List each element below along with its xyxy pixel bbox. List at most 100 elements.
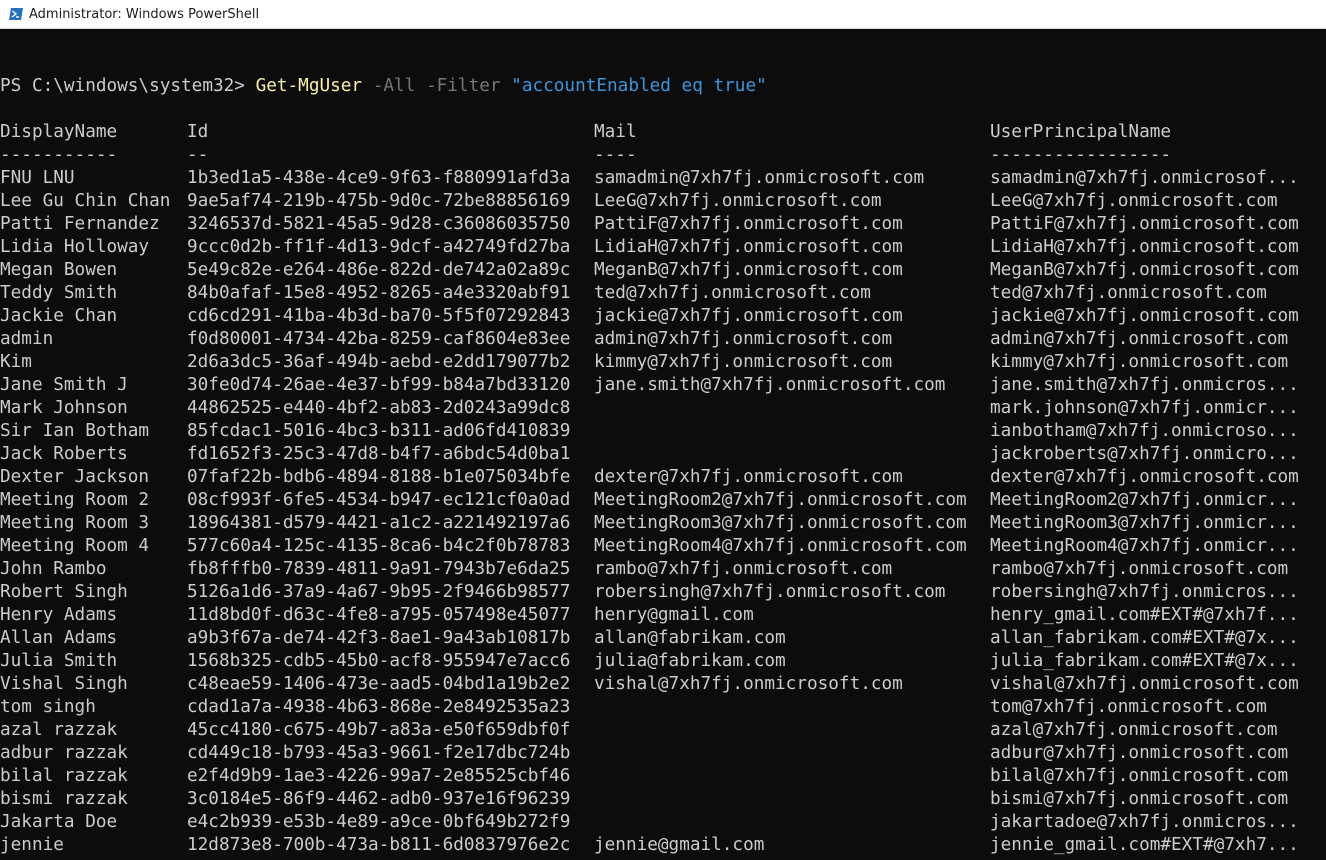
cell-userprincipalname: kimmy@7xh7fj.onmicrosoft.com (990, 352, 1289, 372)
cell-id: fd1652f3-25c3-47d8-b4f7-a6bdc54d0ba1 (187, 444, 571, 464)
cell-displayname: Mark Johnson (0, 398, 128, 418)
table-separator-row: ----------- -- ---- ----------------- (0, 144, 1326, 167)
cell-id: e2f4d9b9-1ae3-4226-99a7-2e85525cbf46 (187, 766, 571, 786)
cell-id: f0d80001-4734-42ba-8259-caf8604e83ee (187, 329, 571, 349)
cell-id: 08cf993f-6fe5-4534-b947-ec121cf0a0ad (187, 490, 571, 510)
cell-displayname: Meeting Room 3 (0, 513, 150, 533)
cell-mail: LidiaH@7xh7fj.onmicrosoft.com (594, 237, 903, 257)
cell-displayname: Henry Adams (0, 605, 118, 625)
cell-id: 1568b325-cdb5-45b0-acf8-955947e7acc6 (187, 651, 571, 671)
cell-displayname: Julia Smith (0, 651, 118, 671)
cell-userprincipalname: henry_gmail.com#EXT#@7xh7f... (990, 605, 1299, 625)
cell-mail: admin@7xh7fj.onmicrosoft.com (594, 329, 893, 349)
cell-userprincipalname: MeetingRoom2@7xh7fj.onmicr... (990, 490, 1299, 510)
cell-userprincipalname: bilal@7xh7fj.onmicrosoft.com (990, 766, 1289, 786)
cell-displayname: Allan Adams (0, 628, 118, 648)
separator-id: -- (187, 145, 209, 165)
cell-displayname: Jakarta Doe (0, 812, 118, 832)
cell-userprincipalname: bismi@7xh7fj.onmicrosoft.com (990, 789, 1289, 809)
cell-userprincipalname: adbur@7xh7fj.onmicrosoft.com (990, 743, 1289, 763)
cell-mail: jane.smith@7xh7fj.onmicrosoft.com (594, 375, 946, 395)
cell-mail: julia@fabrikam.com (594, 651, 786, 671)
cell-userprincipalname: azal@7xh7fj.onmicrosoft.com (990, 720, 1278, 740)
cell-id: 30fe0d74-26ae-4e37-bf99-b84a7bd33120 (187, 375, 571, 395)
cell-displayname: bismi razzak (0, 789, 128, 809)
cell-id: 07faf22b-bdb6-4894-8188-b1e075034bfe (187, 467, 571, 487)
table-row: Lidia Holloway 9ccc0d2b-ff1f-4d13-9dcf-a4… (0, 236, 1326, 259)
table-row: Henry Adams 11d8bd0f-d63c-4fe8-a795-05749… (0, 604, 1326, 627)
cell-userprincipalname: vishal@7xh7fj.onmicrosoft.com (990, 674, 1299, 694)
cell-displayname: Jack Roberts (0, 444, 128, 464)
param-all: -All (362, 76, 416, 96)
cell-id: 3c0184e5-86f9-4462-adb0-937e16f96239 (187, 789, 571, 809)
cell-displayname: Meeting Room 2 (0, 490, 150, 510)
table-row: Allan Adams a9b3f67a-de74-42f3-8ae1-9a43a… (0, 627, 1326, 650)
cell-userprincipalname: julia_fabrikam.com#EXT#@7x... (990, 651, 1299, 671)
cell-displayname: azal razzak (0, 720, 118, 740)
cell-userprincipalname: admin@7xh7fj.onmicrosoft.com (990, 329, 1289, 349)
cell-userprincipalname: jennie_gmail.com#EXT#@7xh7... (990, 835, 1299, 855)
cell-displayname: Meeting Room 4 (0, 536, 150, 556)
cell-userprincipalname: robersingh@7xh7fj.onmicros... (990, 582, 1299, 602)
cell-userprincipalname: mark.johnson@7xh7fj.onmicr... (990, 398, 1299, 418)
powershell-window: Administrator: Windows PowerShell PS C:\… (0, 0, 1326, 860)
cell-id: cdad1a7a-4938-4b63-868e-2e8492535a23 (187, 697, 571, 717)
cell-id: 9ae5af74-219b-475b-9d0c-72be88856169 (187, 191, 571, 211)
table-row: Jack Roberts fd1652f3-25c3-47d8-b4f7-a6bd… (0, 443, 1326, 466)
table-row: FNU LNU 1b3ed1a5-438e-4ce9-9f63-f880991af… (0, 167, 1326, 190)
table-row: Teddy Smith 84b0afaf-15e8-4952-8265-a4e33… (0, 282, 1326, 305)
cell-userprincipalname: samadmin@7xh7fj.onmicrosof... (990, 168, 1299, 188)
cell-id: 5e49c82e-e264-486e-822d-de742a02a89c (187, 260, 571, 280)
cell-userprincipalname: allan_fabrikam.com#EXT#@7x... (990, 628, 1299, 648)
cell-id: 12d873e8-700b-473a-b811-6d0837976e2c (187, 835, 571, 855)
table-row: Mark Johnson 44862525-e440-4bf2-ab83-2d02… (0, 397, 1326, 420)
cell-mail: LeeG@7xh7fj.onmicrosoft.com (594, 191, 882, 211)
header-mail: Mail (594, 122, 637, 142)
cell-userprincipalname: tom@7xh7fj.onmicrosoft.com (990, 697, 1267, 717)
cell-id: fb8fffb0-7839-4811-9a91-7943b7e6da25 (187, 559, 571, 579)
cell-userprincipalname: jackroberts@7xh7fj.onmicro... (990, 444, 1299, 464)
cell-displayname: Vishal Singh (0, 674, 128, 694)
cell-id: e4c2b939-e53b-4e89-a9ce-0bf649b272f9 (187, 812, 571, 832)
console-output[interactable]: PS C:\windows\system32> Get-MgUser -All … (0, 29, 1326, 860)
separator-displayname: ----------- (0, 145, 118, 165)
cell-id: 11d8bd0f-d63c-4fe8-a795-057498e45077 (187, 605, 571, 625)
table-row: Vishal Singh c48eae59-1406-473e-aad5-04bd… (0, 673, 1326, 696)
table-row: azal razzak 45cc4180-c675-49b7-a83a-e50f6… (0, 719, 1326, 742)
title-bar[interactable]: Administrator: Windows PowerShell (0, 0, 1326, 29)
powershell-icon (8, 6, 24, 22)
table-row: Sir Ian Botham 85fcdac1-5016-4bc3-b311-ad… (0, 420, 1326, 443)
cell-mail: PattiF@7xh7fj.onmicrosoft.com (594, 214, 903, 234)
cell-mail: kimmy@7xh7fj.onmicrosoft.com (594, 352, 893, 372)
cell-id: cd449c18-b793-45a3-9661-f2e17dbc724b (187, 743, 571, 763)
table-row: bismi razzak 3c0184e5-86f9-4462-adb0-937e… (0, 788, 1326, 811)
table-row: Jakarta Doe e4c2b939-e53b-4e89-a9ce-0bf64… (0, 811, 1326, 834)
cell-userprincipalname: MeetingRoom3@7xh7fj.onmicr... (990, 513, 1299, 533)
cell-displayname: Robert Singh (0, 582, 128, 602)
table-row: Kim 2d6a3dc5-36af-494b-aebd-e2dd179077b2 k… (0, 351, 1326, 374)
table-row: John Rambo fb8fffb0-7839-4811-9a91-7943b7… (0, 558, 1326, 581)
table-row: admin f0d80001-4734-42ba-8259-caf8604e83e… (0, 328, 1326, 351)
cell-mail: henry@gmail.com (594, 605, 754, 625)
cell-mail: MeganB@7xh7fj.onmicrosoft.com (594, 260, 903, 280)
cell-id: 1b3ed1a5-438e-4ce9-9f63-f880991afd3a (187, 168, 571, 188)
table-row: Meeting Room 3 18964381-d579-4421-a1c2-a2… (0, 512, 1326, 535)
cell-userprincipalname: MeetingRoom4@7xh7fj.onmicr... (990, 536, 1299, 556)
cell-mail: samadmin@7xh7fj.onmicrosoft.com (594, 168, 925, 188)
cell-userprincipalname: PattiF@7xh7fj.onmicrosoft.com (990, 214, 1299, 234)
cell-mail: MeetingRoom3@7xh7fj.onmicrosoft.com (594, 513, 967, 533)
cell-mail: MeetingRoom2@7xh7fj.onmicrosoft.com (594, 490, 967, 510)
cell-displayname: Kim (0, 352, 32, 372)
cell-id: cd6cd291-41ba-4b3d-ba70-5f5f07292843 (187, 306, 571, 326)
cell-id: 44862525-e440-4bf2-ab83-2d0243a99dc8 (187, 398, 571, 418)
window-title: Administrator: Windows PowerShell (29, 6, 260, 22)
cell-userprincipalname: ted@7xh7fj.onmicrosoft.com (990, 283, 1267, 303)
table-row: Lee Gu Chin Chan 9ae5af74-219b-475b-9d0c-… (0, 190, 1326, 213)
cell-userprincipalname: dexter@7xh7fj.onmicrosoft.com (990, 467, 1299, 487)
table-row: bilal razzak e2f4d9b9-1ae3-4226-99a7-2e85… (0, 765, 1326, 788)
cell-displayname: Patti Fernandez (0, 214, 160, 234)
cell-id: 84b0afaf-15e8-4952-8265-a4e3320abf91 (187, 283, 571, 303)
separator-userprincipalname: ----------------- (990, 145, 1172, 165)
separator-mail: ---- (594, 145, 637, 165)
cell-displayname: Lee Gu Chin Chan (0, 191, 171, 211)
